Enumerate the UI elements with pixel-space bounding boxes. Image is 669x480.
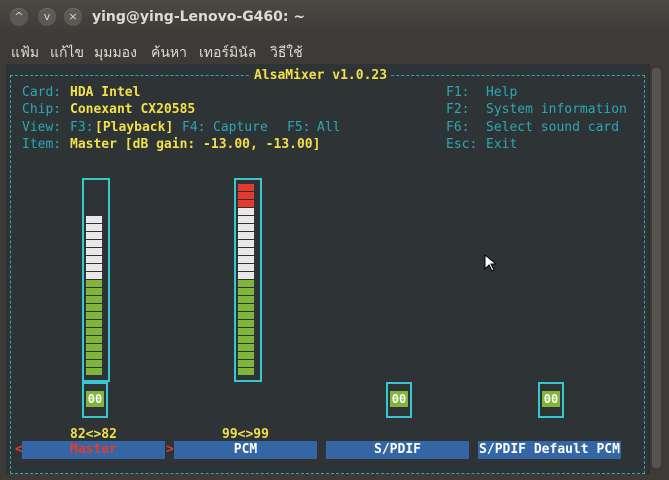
- menu-edit[interactable]: แก้ไข: [50, 42, 84, 64]
- volume-segment: [238, 304, 254, 311]
- help-text-f1: Help: [486, 85, 518, 100]
- volume-segment: [238, 320, 254, 327]
- help-key-f1: F1:: [446, 85, 470, 100]
- view-all[interactable]: All: [317, 119, 340, 136]
- menu-bar: แฟ้ม แก้ไข มุมมอง ค้นหา เทอร์มินัล วิธีใ…: [0, 36, 669, 64]
- volume-segment: [86, 344, 102, 351]
- volume-segment: [238, 312, 254, 319]
- volume-segment: [238, 256, 254, 263]
- volume-segment: [86, 304, 102, 311]
- volume-segment: [238, 264, 254, 271]
- volume-segment: [86, 368, 102, 375]
- channel-label-master[interactable]: Master: [22, 441, 165, 459]
- menu-file[interactable]: แฟ้ม: [11, 42, 39, 64]
- mouse-pointer-icon: [484, 254, 496, 272]
- volume-segment: [86, 312, 102, 319]
- spdif-mute-value: 00: [390, 391, 408, 407]
- help-key-esc: Esc:: [446, 137, 478, 152]
- volume-segment: [86, 264, 102, 271]
- help-text-esc: Exit: [486, 137, 518, 152]
- volume-segment: [238, 352, 254, 359]
- volume-segment: [86, 232, 102, 239]
- volume-segment: [86, 320, 102, 327]
- volume-segment: [238, 184, 254, 191]
- volume-segment: [238, 224, 254, 231]
- volume-segment: [238, 216, 254, 223]
- volume-segment: [238, 280, 254, 287]
- menu-search[interactable]: ค้นหา: [151, 42, 187, 64]
- channel-label-pcm[interactable]: PCM: [174, 441, 317, 459]
- volume-segment: [86, 256, 102, 263]
- volume-segment: [86, 288, 102, 295]
- spdif-default-pcm-mute-box[interactable]: 00: [538, 382, 564, 418]
- window-title: ying@ying-Lenovo-G460: ~: [92, 9, 306, 25]
- item-value: Master [dB gain: -13.00, -13.00]: [70, 137, 321, 152]
- volume-segment: [86, 224, 102, 231]
- volume-segment: [86, 336, 102, 343]
- master-volume-bar[interactable]: [82, 178, 110, 382]
- card-value: HDA Intel: [70, 85, 141, 100]
- volume-segment: [238, 192, 254, 199]
- volume-segment: [86, 328, 102, 335]
- volume-segment: [238, 248, 254, 255]
- help-key-f2: F2:: [446, 102, 470, 117]
- volume-segment: [86, 216, 102, 223]
- menu-help[interactable]: วิธีใช้: [270, 42, 303, 64]
- volume-segment: [238, 288, 254, 295]
- master-mute-value: 00: [86, 391, 104, 407]
- title-bar: ^ v × ying@ying-Lenovo-G460: ~: [0, 0, 669, 36]
- view-playback[interactable]: [Playback]: [95, 119, 173, 136]
- volume-segment: [238, 240, 254, 247]
- view-f3: F3:: [70, 120, 94, 135]
- view-label: View:: [22, 120, 62, 135]
- volume-segment: [238, 328, 254, 335]
- volume-segment: [238, 296, 254, 303]
- volume-segment: [238, 336, 254, 343]
- chip-value: Conexant CX20585: [70, 102, 196, 117]
- volume-segment: [86, 360, 102, 367]
- view-f5: F5:: [287, 120, 311, 135]
- volume-segment: [86, 280, 102, 287]
- scrollbar-thumb[interactable]: [652, 68, 661, 468]
- volume-segment: [86, 352, 102, 359]
- help-key-f6: F6:: [446, 120, 470, 135]
- menu-terminal[interactable]: เทอร์มินัล: [199, 42, 256, 64]
- close-button[interactable]: ×: [64, 8, 82, 26]
- volume-segment: [86, 296, 102, 303]
- chip-label: Chip:: [22, 102, 62, 117]
- volume-segment: [238, 200, 254, 207]
- volume-segment: [238, 368, 254, 375]
- scrollbar[interactable]: [649, 64, 664, 474]
- volume-segment: [86, 248, 102, 255]
- maximize-button[interactable]: ^: [10, 8, 28, 26]
- terminal-area[interactable]: AlsaMixer v1.0.23 Card: HDA Intel Chip: …: [6, 64, 649, 474]
- item-label: Item:: [22, 137, 62, 152]
- volume-segment: [86, 272, 102, 279]
- volume-segment: [238, 232, 254, 239]
- volume-segment: [86, 240, 102, 247]
- pcm-volume-bar[interactable]: [234, 178, 262, 382]
- volume-segment: [238, 208, 254, 215]
- card-label: Card:: [22, 85, 62, 100]
- master-mute-box[interactable]: 00: [82, 382, 108, 418]
- spdif-mute-box[interactable]: 00: [386, 382, 412, 418]
- spdif-default-pcm-mute-value: 00: [542, 391, 560, 407]
- volume-segment: [238, 272, 254, 279]
- help-text-f6: Select sound card: [486, 120, 620, 135]
- view-capture[interactable]: Capture: [213, 119, 268, 136]
- mixer-header: AlsaMixer v1.0.23: [251, 67, 391, 84]
- help-text-f2: System information: [486, 102, 627, 117]
- minimize-button[interactable]: v: [38, 8, 56, 26]
- channel-label-spdif[interactable]: S/PDIF: [326, 441, 469, 459]
- master-select-right: >: [166, 442, 174, 457]
- volume-segment: [238, 360, 254, 367]
- menu-view[interactable]: มุมมอง: [94, 42, 137, 64]
- volume-segment: [238, 344, 254, 351]
- view-f4: F4:: [182, 120, 206, 135]
- channel-label-spdif-default-pcm[interactable]: S/PDIF Default PCM: [478, 441, 621, 459]
